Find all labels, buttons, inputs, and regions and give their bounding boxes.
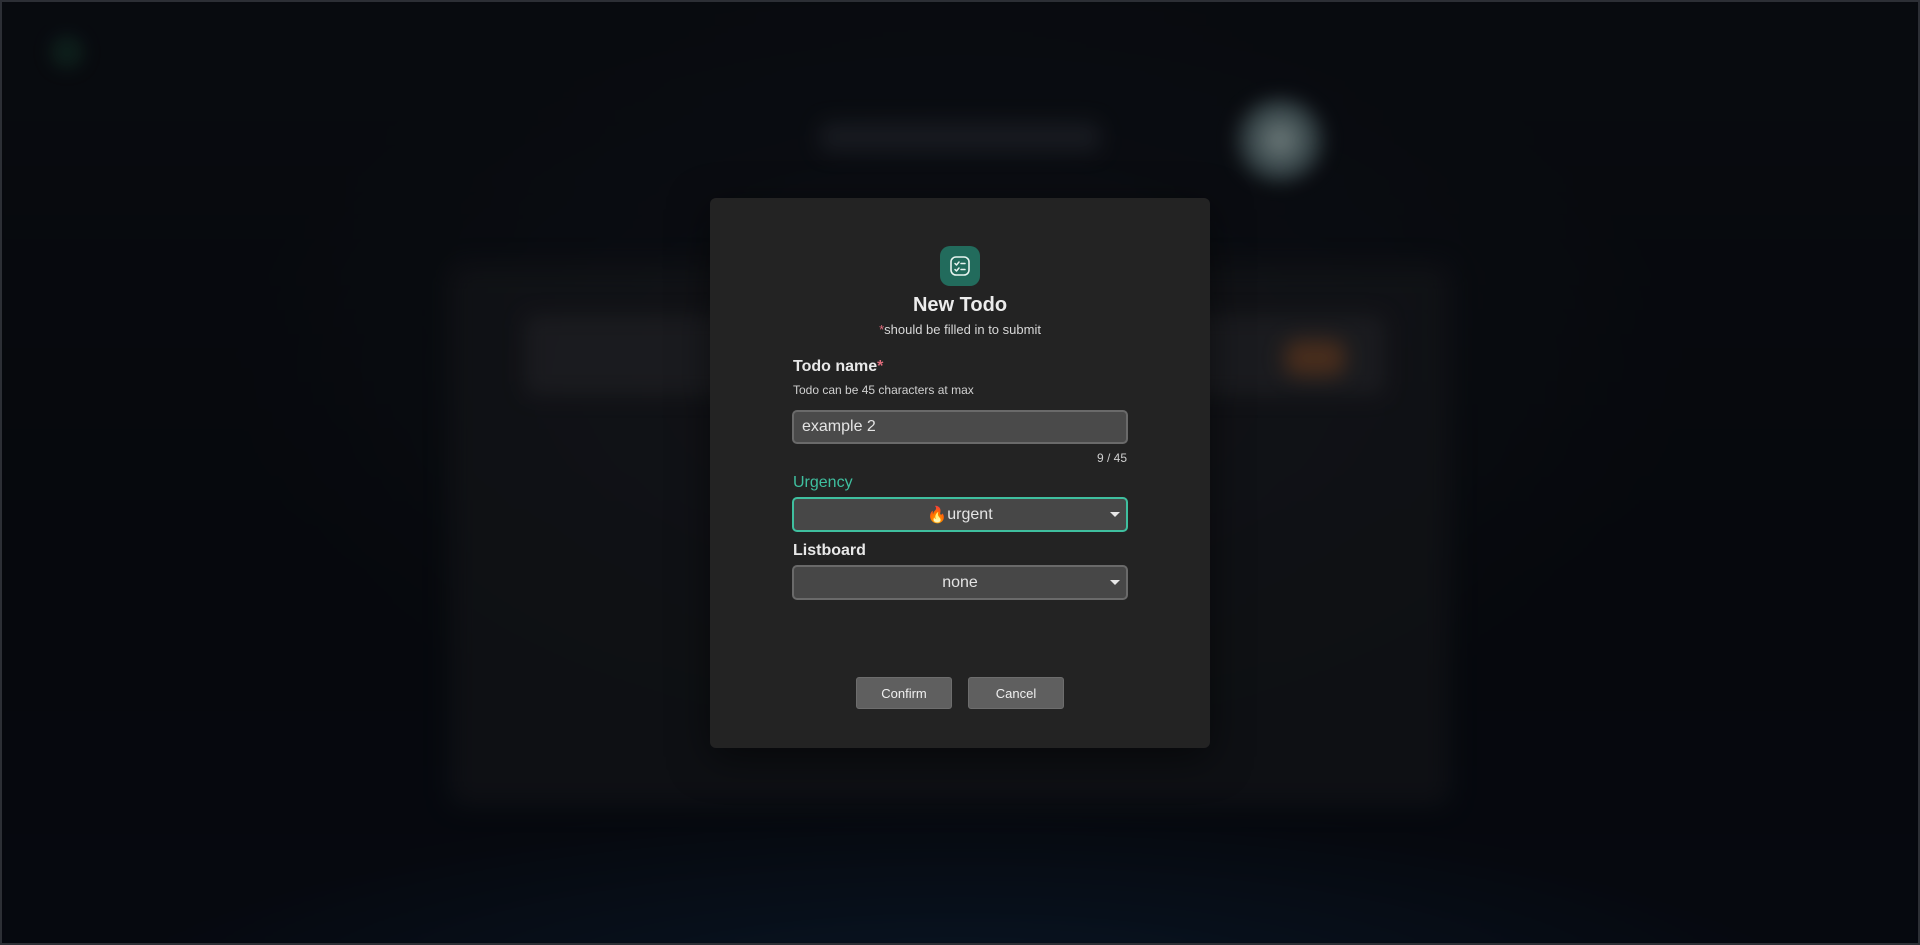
character-counter: 9 / 45: [1096, 451, 1127, 465]
required-note: should be filled in to submit: [884, 322, 1041, 337]
checklist-icon: [940, 246, 980, 286]
new-todo-dialog: New Todo *should be filled in to submit …: [710, 198, 1210, 748]
fire-icon: 🔥: [927, 506, 948, 524]
urgency-select[interactable]: 🔥 urgent: [792, 497, 1128, 532]
urgency-label: Urgency: [793, 474, 853, 491]
todo-name-hint: Todo can be 45 characters at max: [793, 383, 974, 397]
confirm-button[interactable]: Confirm: [856, 677, 952, 709]
cancel-button[interactable]: Cancel: [968, 677, 1064, 709]
dialog-subtitle: *should be filled in to submit: [710, 322, 1210, 337]
todo-name-label: Todo name*: [793, 358, 883, 376]
todo-name-input[interactable]: [792, 410, 1128, 444]
chevron-down-icon: [1110, 512, 1120, 517]
urgency-selected-value: urgent: [947, 505, 993, 523]
listboard-selected-value: none: [942, 573, 978, 591]
todo-name-label-text: Todo name: [793, 358, 878, 375]
listboard-select[interactable]: none: [792, 565, 1128, 600]
required-star: *: [877, 358, 884, 375]
dialog-title: New Todo: [912, 294, 1008, 316]
listboard-label: Listboard: [793, 542, 866, 559]
chevron-down-icon: [1110, 580, 1120, 585]
